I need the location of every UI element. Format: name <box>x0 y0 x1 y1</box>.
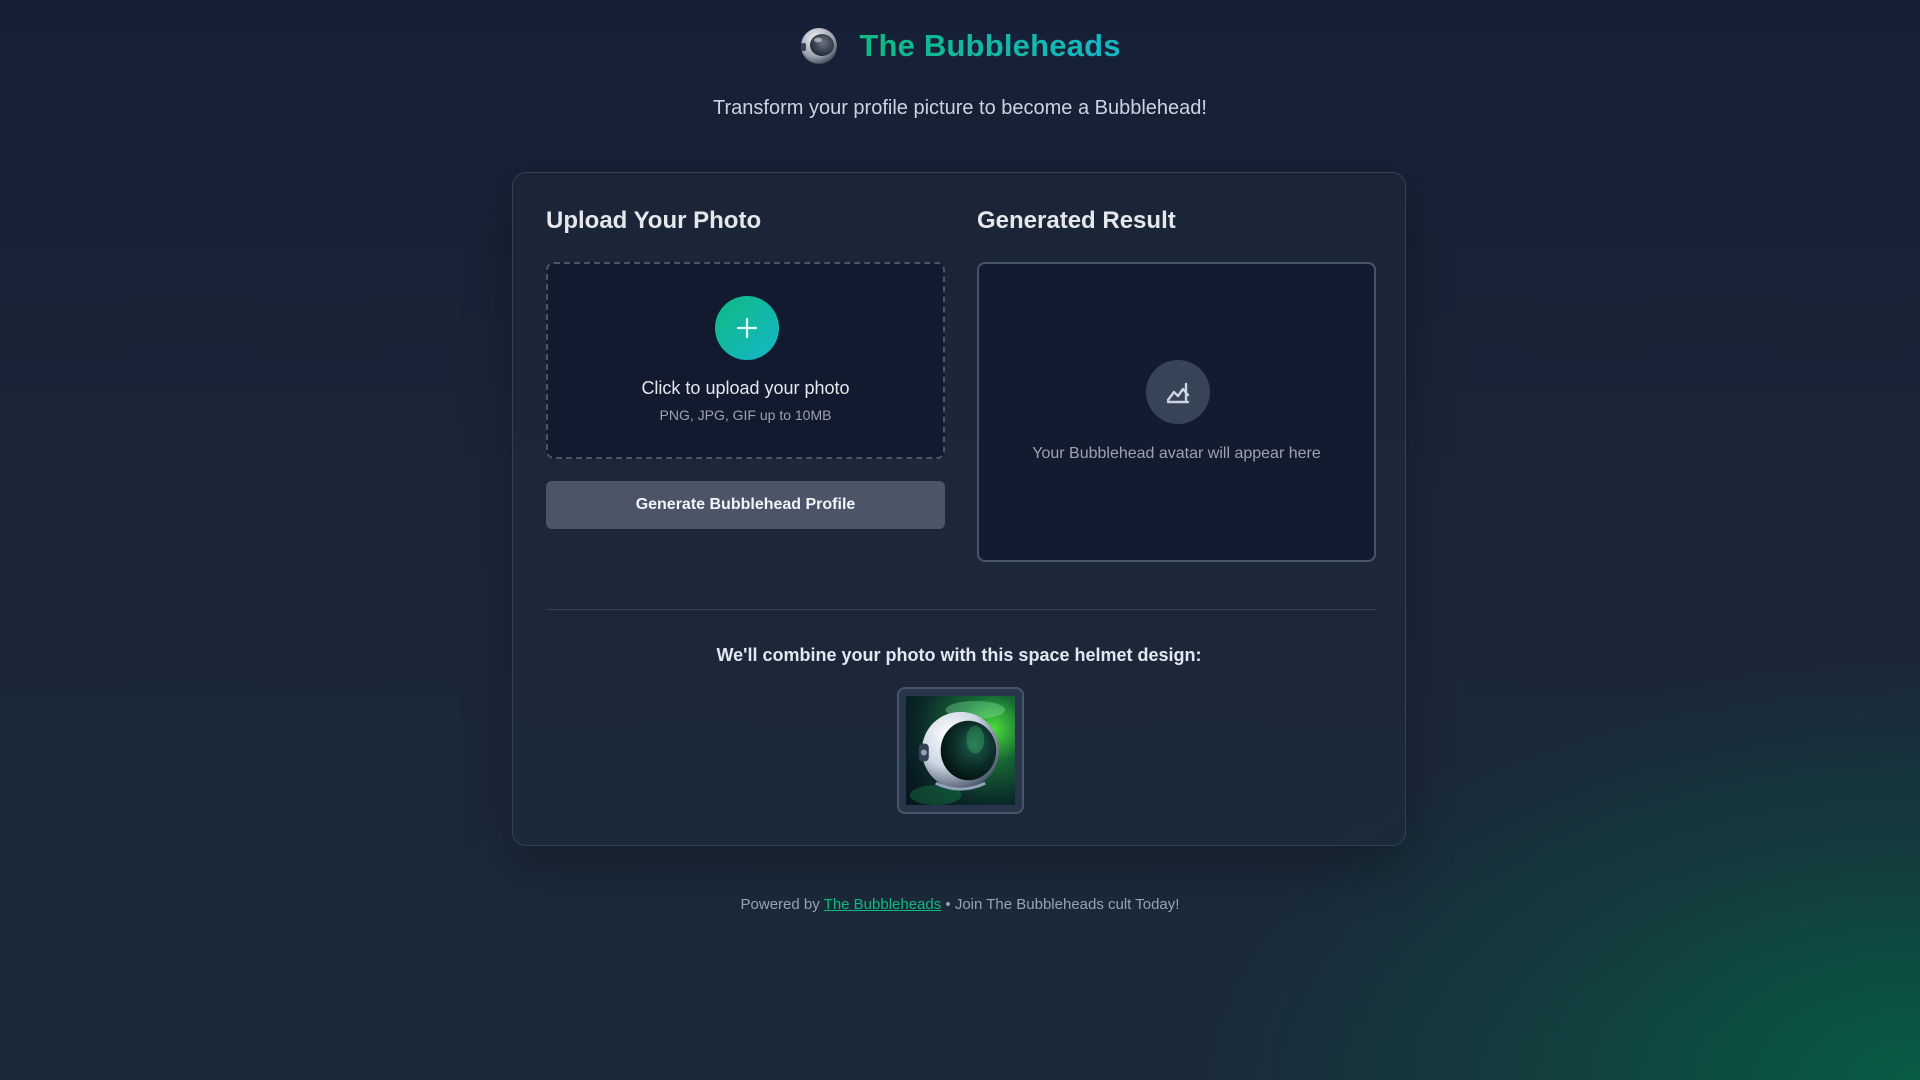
upload-hint: PNG, JPG, GIF up to 10MB <box>659 407 832 423</box>
result-placeholder-text: Your Bubblehead avatar will appear here <box>1032 445 1321 462</box>
plus-icon <box>715 296 779 360</box>
upload-dropzone[interactable]: Click to upload your photo PNG, JPG, GIF… <box>546 262 945 459</box>
page-subtitle: Transform your profile picture to become… <box>713 97 1207 119</box>
astronaut-helmet-icon <box>801 28 838 64</box>
footer: Powered by The Bubbleheads • Join The Bu… <box>0 896 1920 913</box>
footer-suffix: • Join The Bubbleheads cult Today! <box>945 896 1180 913</box>
footer-prefix: Powered by <box>740 896 820 913</box>
divider <box>546 609 1376 610</box>
generate-button[interactable]: Generate Bubblehead Profile <box>546 481 945 529</box>
helmet-caption: We'll combine your photo with this space… <box>716 645 1202 665</box>
app-title: The Bubbleheads <box>859 28 1121 63</box>
image-placeholder-icon <box>1146 360 1210 424</box>
footer-link[interactable]: The Bubbleheads <box>824 896 942 913</box>
helmet-preview <box>897 687 1024 814</box>
result-preview: Your Bubblehead avatar will appear here <box>977 262 1376 562</box>
space-helmet-image <box>906 696 1015 805</box>
main-card: Upload Your Photo Generated Result Click… <box>512 172 1406 846</box>
result-section-title: Generated Result <box>977 207 1176 234</box>
upload-section-title: Upload Your Photo <box>546 207 762 234</box>
header: The Bubbleheads <box>0 26 1920 66</box>
upload-label: Click to upload your photo <box>641 378 850 398</box>
